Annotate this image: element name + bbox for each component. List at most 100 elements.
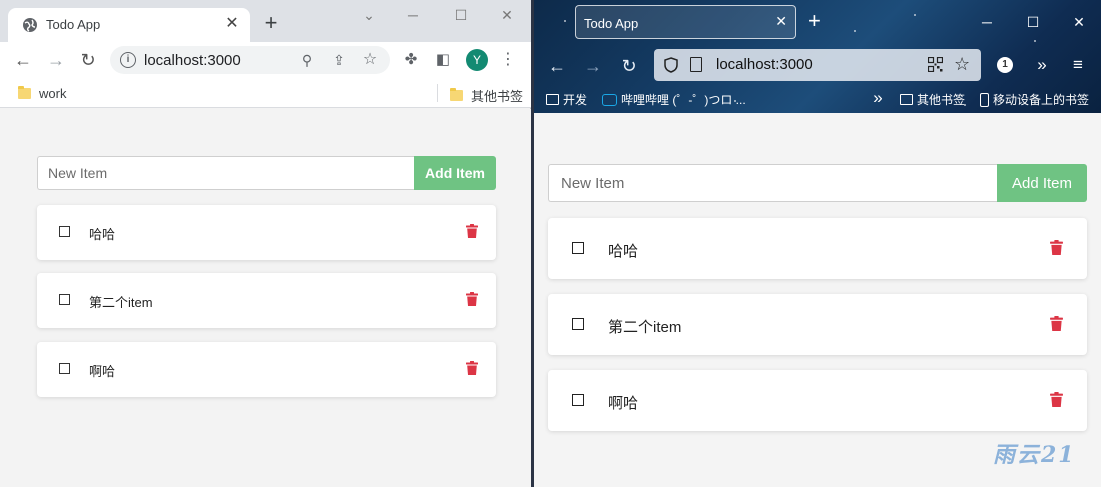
right-reload-icon[interactable]: ↻ <box>618 55 640 77</box>
folder-icon <box>546 94 559 105</box>
right-new-tab-button[interactable]: + <box>808 10 821 32</box>
list-item: 哈哈 <box>548 218 1087 279</box>
profile-avatar[interactable]: Y <box>466 49 488 71</box>
bookmarks-overflow-icon[interactable]: » <box>867 87 889 109</box>
right-todo-page: Add Item 哈哈 第二个item 啊哈 <box>534 113 1101 487</box>
globe-icon <box>23 18 37 32</box>
share-icon[interactable]: ⇪ <box>330 51 348 69</box>
list-item: 啊哈 <box>548 370 1087 431</box>
item-label: 第二个item <box>89 295 153 310</box>
list-item: 哈哈 <box>37 205 496 260</box>
bookmark-other[interactable]: 其他书签 <box>450 86 523 105</box>
right-add-item-form: Add Item <box>548 164 1087 202</box>
site-info-icon[interactable]: i <box>120 52 136 68</box>
overflow-chevron-icon[interactable]: » <box>1031 54 1053 76</box>
bookmark-separator <box>437 84 438 102</box>
left-forward-icon[interactable]: → <box>45 49 67 71</box>
left-back-icon[interactable]: ← <box>12 49 34 71</box>
extensions-icon[interactable]: ✤ <box>401 50 421 70</box>
bookmark-other[interactable]: 其他书签 <box>900 91 965 108</box>
left-reload-icon[interactable]: ↻ <box>77 49 99 71</box>
trash-icon[interactable] <box>466 361 478 375</box>
item-label: 哈哈 <box>89 227 116 242</box>
item-checkbox[interactable] <box>572 394 584 406</box>
left-tab-close-icon[interactable]: ✕ <box>222 14 242 34</box>
item-checkbox[interactable] <box>572 318 584 330</box>
right-close-window-button[interactable]: ✕ <box>1067 13 1091 31</box>
bookmark-dev[interactable]: 开发 <box>546 91 587 108</box>
item-checkbox[interactable] <box>59 363 70 374</box>
background-star <box>564 20 566 22</box>
list-item: 啊哈 <box>37 342 496 397</box>
trash-icon[interactable] <box>466 292 478 306</box>
bookmark-bilibili-label: 哔哩哔哩 (゜-゜)つロ ... <box>621 93 746 107</box>
left-minimize-button[interactable]: ─ <box>401 6 425 24</box>
left-add-item-form: Add Item <box>37 156 496 190</box>
left-new-tab-button[interactable]: + <box>259 12 283 36</box>
item-checkbox[interactable] <box>59 294 70 305</box>
right-forward-icon[interactable]: → <box>582 55 604 77</box>
bookmark-star-icon[interactable]: ☆ <box>954 54 970 74</box>
watermark-text: 雨云21 <box>993 442 1076 468</box>
right-tab-close-icon[interactable]: ✕ <box>775 13 787 30</box>
right-tab-title: Todo App <box>584 16 639 31</box>
right-tab-todo-app[interactable]: Todo App ✕ <box>575 5 796 39</box>
left-new-item-input[interactable] <box>37 156 415 190</box>
right-browser-window: Todo App ✕ + ─ ☐ ✕ ← → ↻ localhost:3000 … <box>534 0 1101 487</box>
shield-icon[interactable] <box>664 57 678 73</box>
left-tab-search-icon[interactable]: ⌄ <box>357 6 381 24</box>
list-item: 第二个item <box>37 273 496 328</box>
page-icon[interactable] <box>690 57 702 72</box>
bookmark-dev-label: 开发 <box>563 93 588 107</box>
trash-icon[interactable] <box>1050 316 1063 331</box>
bookmark-work[interactable]: work <box>18 86 66 101</box>
folder-icon <box>18 86 31 99</box>
right-address-bar[interactable]: localhost:3000 ☆ <box>654 49 981 81</box>
item-checkbox[interactable] <box>572 242 584 254</box>
item-checkbox[interactable] <box>59 226 70 237</box>
folder-icon <box>450 88 463 101</box>
item-label: 第二个item <box>608 319 682 336</box>
trash-icon[interactable] <box>1050 240 1063 255</box>
menu-kebab-icon[interactable]: ⋮ <box>498 50 518 70</box>
right-back-icon[interactable]: ← <box>546 55 568 77</box>
left-tab-bar: Todo App ✕ + ⌄ ─ ☐ ✕ <box>0 0 531 42</box>
item-label: 哈哈 <box>608 243 639 260</box>
side-panel-icon[interactable]: ◧ <box>433 50 453 70</box>
left-maximize-button[interactable]: ☐ <box>449 6 473 24</box>
left-toolbar: ← → ↻ i localhost:3000 ⚲ ⇪ ☆ ✤ ◧ Y ⋮ <box>0 42 531 78</box>
left-browser-window: Todo App ✕ + ⌄ ─ ☐ ✕ ← → ↻ i localhost:3… <box>0 0 531 487</box>
bookmark-star-icon[interactable]: ☆ <box>361 51 379 69</box>
qr-code-icon[interactable] <box>928 57 943 72</box>
left-bookmarks-bar: work 其他书签 <box>0 78 531 108</box>
right-add-item-button[interactable]: Add Item <box>997 164 1087 202</box>
bookmark-other-label: 其他书签 <box>471 89 524 104</box>
left-close-window-button[interactable]: ✕ <box>495 6 519 24</box>
folder-icon <box>900 94 913 105</box>
right-minimize-button[interactable]: ─ <box>975 13 999 31</box>
bookmark-bilibili[interactable]: 哔哩哔哩 (゜-゜)つロ ... <box>602 91 746 108</box>
bookmark-mobile[interactable]: 移动设备上的书签 <box>980 91 1089 108</box>
right-browser-chrome: Todo App ✕ + ─ ☐ ✕ ← → ↻ localhost:3000 … <box>534 0 1101 113</box>
bookmark-work-label: work <box>39 86 67 101</box>
trash-icon[interactable] <box>1050 392 1063 407</box>
hamburger-menu-icon[interactable]: ≡ <box>1067 54 1089 76</box>
list-item: 第二个item <box>548 294 1087 355</box>
left-todo-page: Add Item 哈哈 第二个item 啊哈 <box>0 109 531 487</box>
right-new-item-input[interactable] <box>548 164 998 202</box>
item-label: 啊哈 <box>89 364 116 379</box>
background-star <box>854 30 856 32</box>
zoom-icon[interactable]: ⚲ <box>298 51 316 69</box>
right-url-text: localhost:3000 <box>716 56 813 73</box>
left-add-item-button[interactable]: Add Item <box>414 156 496 190</box>
background-star <box>1034 40 1036 42</box>
left-address-bar[interactable]: i localhost:3000 ⚲ ⇪ ☆ <box>110 46 390 74</box>
right-maximize-button[interactable]: ☐ <box>1021 13 1045 31</box>
bookmark-other-label: 其他书签 <box>917 93 966 107</box>
trash-icon[interactable] <box>466 224 478 238</box>
left-tab-title: Todo App <box>46 17 101 32</box>
left-url-text: localhost:3000 <box>144 52 241 69</box>
left-tab-todo-app[interactable]: Todo App ✕ <box>8 8 250 42</box>
extension-badge-icon[interactable]: 1 <box>997 57 1013 73</box>
phone-icon <box>980 92 989 107</box>
